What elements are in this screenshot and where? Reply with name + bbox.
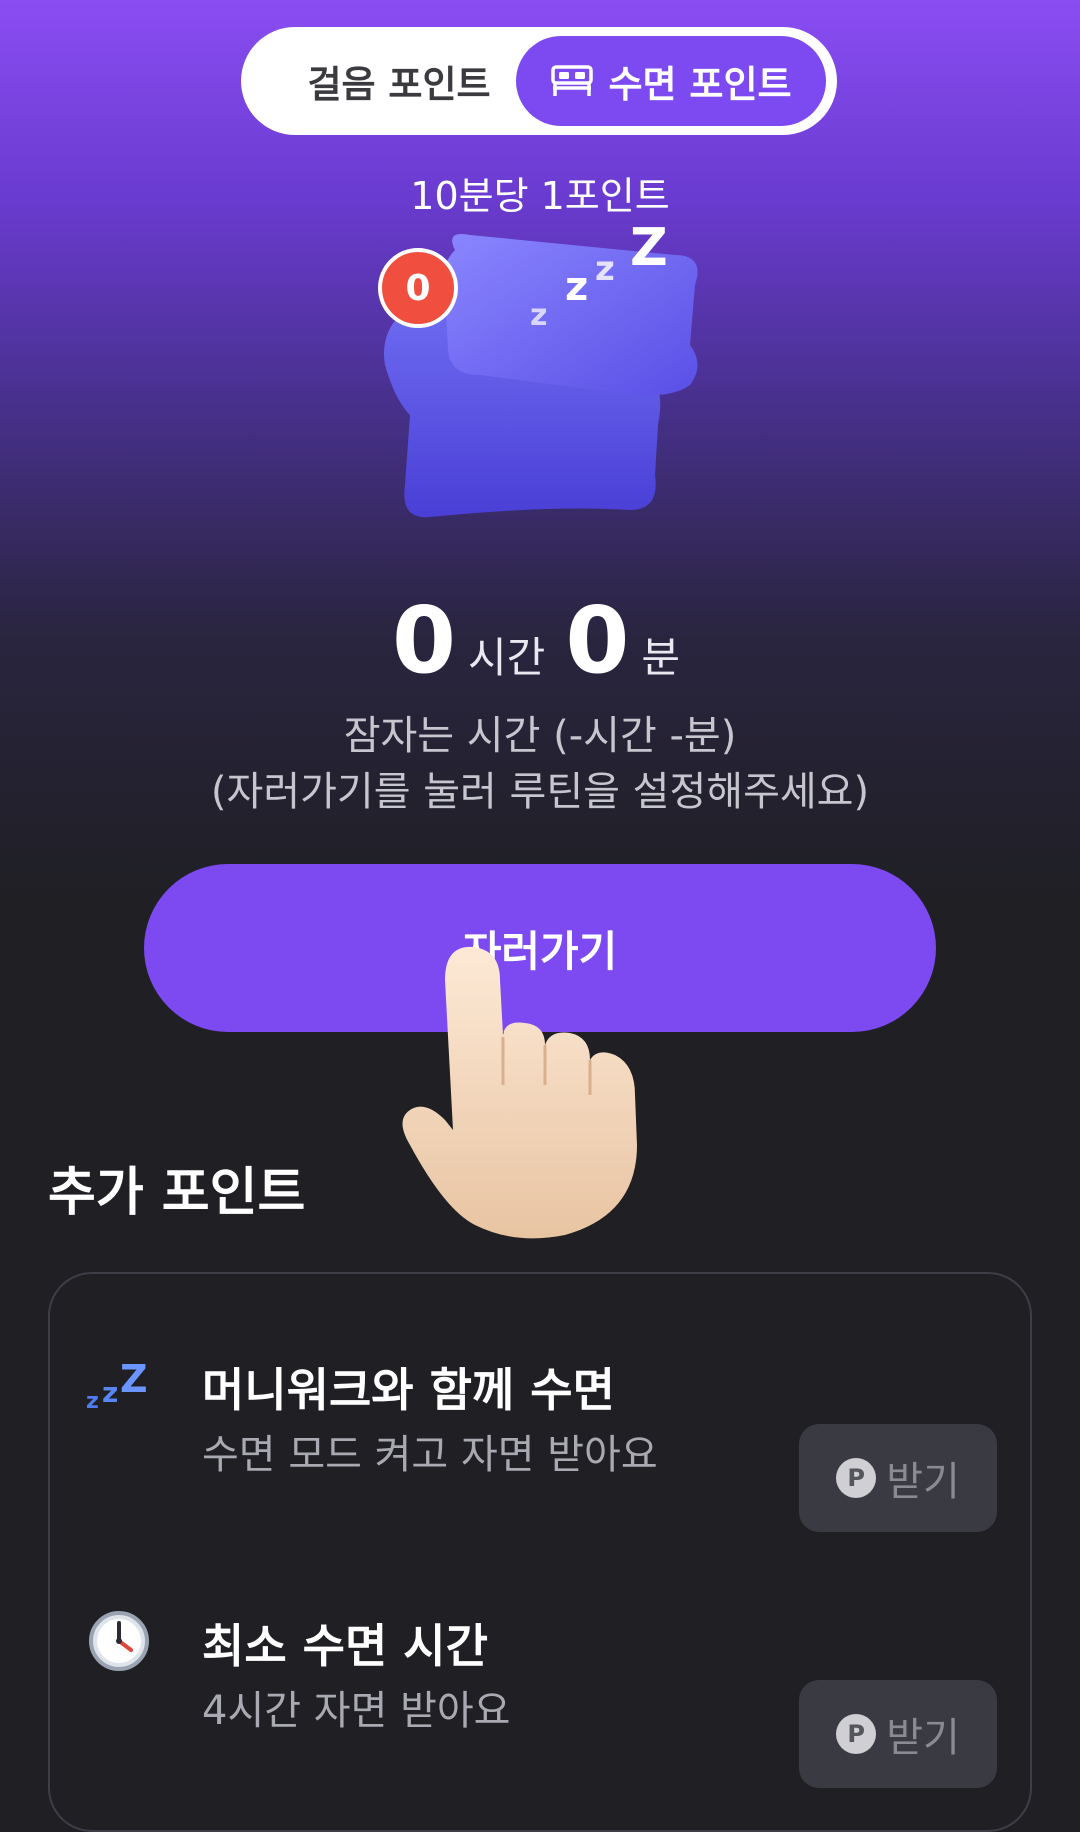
svg-text:z: z bbox=[86, 1389, 99, 1414]
clock-icon bbox=[89, 1611, 149, 1671]
tab-sleep-points[interactable]: 수면 포인트 bbox=[516, 36, 826, 126]
tab-sleep-label: 수면 포인트 bbox=[608, 63, 792, 106]
svg-text:Z: Z bbox=[630, 225, 668, 278]
sleep-description: 잠자는 시간 (-시간 -분) (자러가기를 눌러 루틴을 설정해주세요) bbox=[0, 708, 1080, 820]
svg-text:z: z bbox=[565, 264, 588, 310]
extra-points-title: 추가 포인트 bbox=[48, 1163, 306, 1223]
claim-button[interactable]: P 받기 bbox=[799, 1424, 997, 1532]
sleep-description-line2: (자러가기를 눌러 루틴을 설정해주세요) bbox=[210, 769, 870, 815]
sleep-minutes-value: 0 bbox=[565, 587, 630, 694]
svg-text:z: z bbox=[102, 1376, 118, 1409]
svg-text:z: z bbox=[595, 249, 615, 289]
sleep-hours-unit: 시간 bbox=[468, 633, 546, 682]
sleep-time-display: 0 시간 0 분 bbox=[0, 595, 1080, 687]
svg-text:Z: Z bbox=[120, 1357, 148, 1401]
sleep-description-line1: 잠자는 시간 (-시간 -분) bbox=[343, 713, 737, 759]
notification-badge: 0 bbox=[378, 248, 458, 328]
list-item: 최소 수면 시간 4시간 자면 받아요 P 받기 bbox=[50, 1606, 1034, 1788]
item-subtitle: 수면 모드 켜고 자면 받아요 bbox=[202, 1432, 658, 1478]
zzz-icon: z z Z bbox=[86, 1357, 148, 1414]
extra-points-card: z z Z 머니워크와 함께 수면 수면 모드 켜고 자면 받아요 P 받기 최… bbox=[48, 1272, 1032, 1832]
point-type-toggle: 걸음 포인트 수면 포인트 bbox=[241, 27, 837, 135]
item-title: 최소 수면 시간 bbox=[202, 1619, 488, 1673]
claim-button-label: 받기 bbox=[886, 1715, 960, 1761]
bed-icon bbox=[551, 65, 594, 96]
tab-walk-label: 걸음 포인트 bbox=[307, 63, 491, 106]
sleep-minutes-unit: 분 bbox=[641, 633, 680, 682]
point-coin-icon: P bbox=[836, 1458, 877, 1498]
point-rate-text: 10분당 1포인트 bbox=[410, 174, 670, 218]
item-subtitle: 4시간 자면 받아요 bbox=[202, 1688, 511, 1734]
pointing-hand-icon bbox=[402, 946, 637, 1239]
sleep-hours-value: 0 bbox=[392, 587, 457, 694]
tab-walk-points[interactable]: 걸음 포인트 bbox=[249, 36, 549, 126]
list-item: z z Z 머니워크와 함께 수면 수면 모드 켜고 자면 받아요 P 받기 bbox=[50, 1350, 1034, 1532]
claim-button-label: 받기 bbox=[886, 1459, 960, 1505]
item-title: 머니워크와 함께 수면 bbox=[202, 1363, 615, 1417]
point-coin-icon: P bbox=[836, 1714, 877, 1754]
svg-text:z: z bbox=[530, 298, 547, 333]
